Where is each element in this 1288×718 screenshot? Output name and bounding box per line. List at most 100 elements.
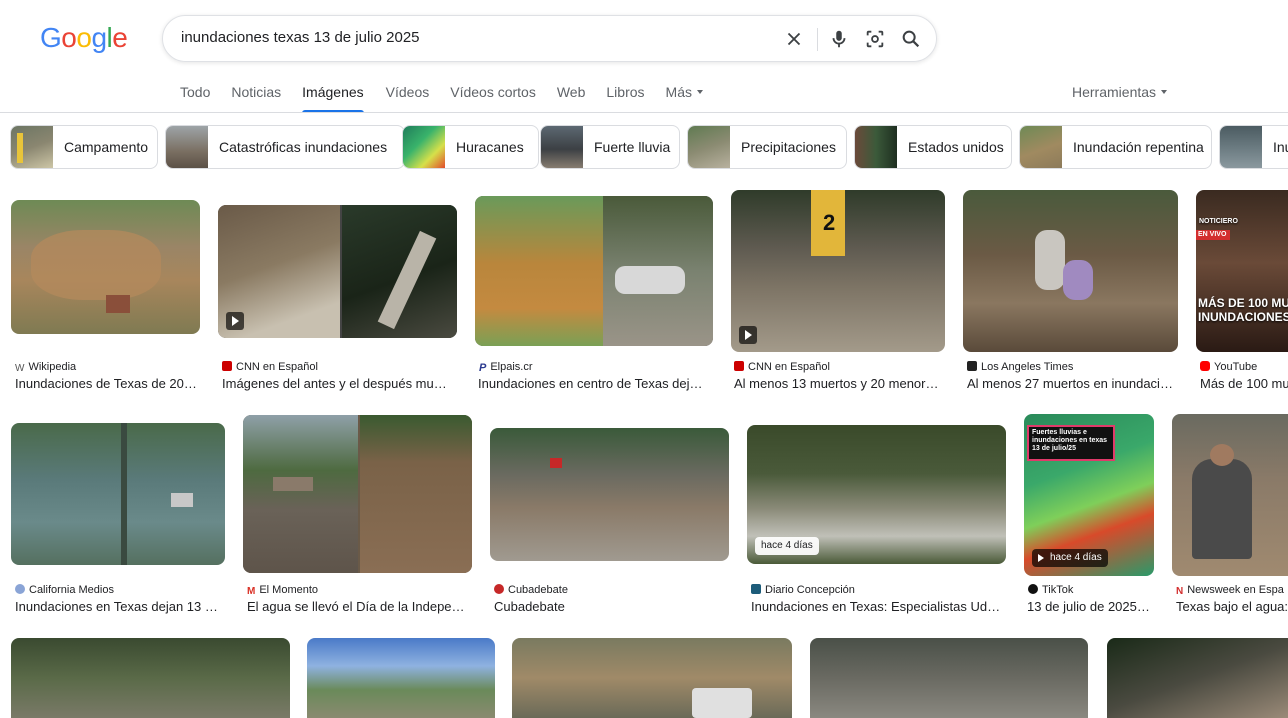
search-icon[interactable] [900, 28, 922, 50]
tiktok-icon [1028, 584, 1038, 594]
source-favicon: P [479, 362, 487, 373]
overlay-small-text: NOTICIERO [1199, 218, 1238, 225]
chip-label: Fuerte lluvia [594, 139, 671, 155]
chip-campamento[interactable]: Campamento [10, 125, 158, 169]
tab-videos-cortos[interactable]: Vídeos cortos [450, 84, 536, 112]
result-source: Diario Concepción [751, 584, 1010, 596]
chip-inundacion[interactable]: Inu [1219, 125, 1288, 169]
search-divider [817, 28, 818, 51]
result-thumbnail: 2 [731, 190, 945, 352]
tab-mas[interactable]: Más [666, 84, 703, 112]
result-thumbnail: NOTICIERO EN VIVO MÁS DE 100 MU INUNDACI… [1196, 190, 1288, 352]
source-favicon: N [1176, 586, 1184, 596]
close-icon[interactable] [783, 28, 805, 50]
time-badge: hace 4 días [1032, 549, 1108, 567]
result-title[interactable]: Inundaciones en Texas dejan 13 … [15, 599, 223, 614]
video-play-icon [226, 312, 244, 330]
chip-label: Inundación repentina [1073, 139, 1204, 155]
result-title[interactable]: El agua se llevó el Día de la Indepe… [247, 599, 469, 614]
tab-todo[interactable]: Todo [180, 84, 210, 112]
header-divider [0, 112, 1288, 113]
logo-letter: g [91, 22, 107, 53]
gauge-number: 2 [823, 210, 836, 235]
result-title[interactable]: Cubadebate [494, 599, 726, 614]
source-name: CNN en Español [748, 361, 830, 373]
chip-inundacion-repentina[interactable]: Inundación repentina [1019, 125, 1212, 169]
result-source: YouTube [1200, 361, 1288, 373]
lens-icon[interactable] [864, 28, 886, 50]
image-result[interactable] [307, 638, 495, 718]
result-thumbnail [963, 190, 1178, 352]
source-name: CNN en Español [236, 361, 318, 373]
chip-thumbnail [688, 126, 730, 168]
result-title[interactable]: Texas bajo el agua: [1176, 599, 1288, 614]
cnn-icon [734, 361, 744, 371]
house-shape [171, 493, 193, 507]
vehicle-shape [550, 458, 562, 468]
chip-thumbnail [403, 126, 445, 168]
source-name: Los Angeles Times [981, 361, 1074, 373]
tab-web[interactable]: Web [557, 84, 586, 112]
person-shape [1192, 459, 1252, 559]
live-label: EN VIVO [1198, 231, 1227, 238]
logo-letter: o [76, 22, 92, 53]
chip-thumbnail [855, 126, 897, 168]
chip-thumbnail [11, 126, 53, 168]
overlay-headline: MÁS DE 100 MU INUNDACIONES [1198, 296, 1288, 324]
tools-label: Herramientas [1072, 84, 1157, 100]
flood-water-shape [31, 230, 161, 300]
tools-button[interactable]: Herramientas [1072, 84, 1168, 100]
chip-precipitaciones[interactable]: Precipitaciones [687, 125, 847, 169]
road-shape [121, 423, 127, 565]
result-title[interactable]: Imágenes del antes y el después mu… [222, 376, 451, 391]
result-title[interactable]: Más de 100 mu [1200, 376, 1288, 391]
chip-label: Campamento [64, 139, 149, 155]
source-name: Newsweek en Espa [1187, 584, 1284, 596]
chip-label: Huracanes [456, 139, 524, 155]
result-title[interactable]: Inundaciones de Texas de 20… [15, 376, 201, 391]
result-thumbnail [11, 423, 225, 565]
logo-letter: G [40, 22, 62, 53]
chip-label: Inu [1273, 139, 1288, 155]
result-source: N Newsweek en Espa [1176, 584, 1288, 596]
chevron-down-icon [1161, 90, 1168, 95]
image-result[interactable] [810, 638, 1088, 718]
image-result[interactable] [512, 638, 792, 718]
chip-estados-unidos[interactable]: Estados unidos [854, 125, 1012, 169]
chip-catastroficas-inundaciones[interactable]: Catastróficas inundaciones [165, 125, 405, 169]
image-result[interactable] [11, 638, 290, 718]
google-logo[interactable]: Google [40, 22, 128, 54]
result-title[interactable]: Al menos 27 muertos en inundaci… [967, 376, 1175, 391]
result-source: CNN en Español [222, 361, 457, 373]
source-favicon [967, 361, 977, 371]
result-thumbnail [11, 200, 200, 334]
person-shape [1063, 260, 1093, 300]
chip-huracanes[interactable]: Huracanes [402, 125, 539, 169]
house-shape [106, 295, 130, 313]
result-source: Cubadebate [494, 584, 733, 596]
chip-fuerte-lluvia[interactable]: Fuerte lluvia [540, 125, 680, 169]
tab-videos[interactable]: Vídeos [386, 84, 430, 112]
source-name: Diario Concepción [765, 584, 855, 596]
chip-thumbnail [541, 126, 583, 168]
search-box [162, 15, 937, 62]
after-image [342, 205, 457, 338]
chip-label: Precipitaciones [741, 139, 836, 155]
result-thumbnail [1172, 414, 1288, 576]
search-tabs: Todo Noticias Imágenes Vídeos Vídeos cor… [180, 84, 724, 113]
image-result[interactable] [1107, 638, 1288, 718]
result-source: CNN en Español [734, 361, 948, 373]
tab-imagenes[interactable]: Imágenes [302, 84, 365, 113]
result-source: M El Momento [247, 584, 476, 596]
tab-noticias[interactable]: Noticias [231, 84, 281, 112]
result-title[interactable]: Al menos 13 muertos y 20 menor… [734, 376, 942, 391]
result-thumbnail [475, 196, 713, 346]
result-title[interactable]: Inundaciones en centro de Texas dej… [478, 376, 708, 391]
result-title[interactable]: Inundaciones en Texas: Especialistas Ud… [751, 599, 1003, 614]
microphone-icon[interactable] [828, 28, 850, 50]
tab-libros[interactable]: Libros [606, 84, 644, 112]
result-title[interactable]: 13 de julio de 2025… [1027, 599, 1153, 614]
search-input[interactable] [181, 29, 761, 46]
chip-thumbnail [1020, 126, 1062, 168]
chevron-down-icon [696, 90, 703, 95]
